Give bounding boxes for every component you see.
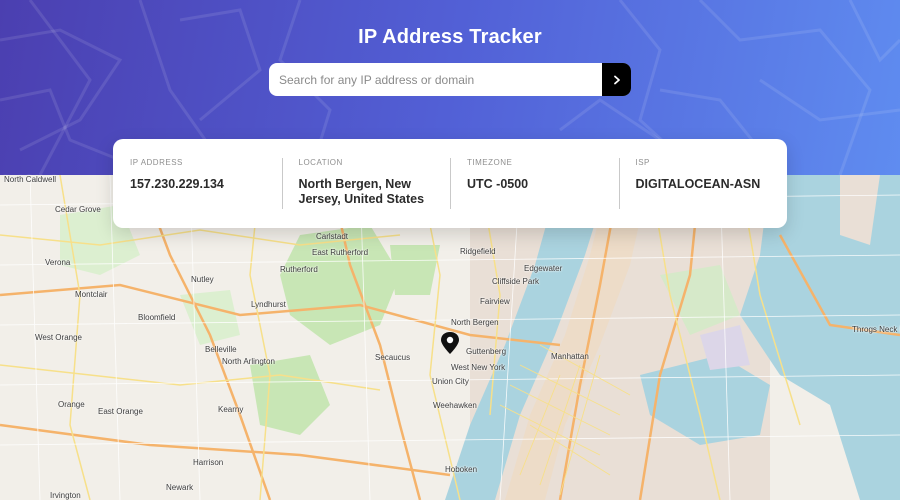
map-label-kearny: Kearny [218,405,244,414]
isp-label: ISP [635,158,650,167]
map-label-west-orange: West Orange [35,333,82,342]
isp-value: DIGITALOCEAN-ASN [635,177,761,191]
ip-info-card: IP ADDRESS 157.230.229.134 LOCATION Nort… [113,139,787,228]
map-label-newark: Newark [166,483,194,492]
map-label-irvington: Irvington [50,491,81,500]
ip-address-label: IP ADDRESS [130,158,183,167]
map-label-belleville: Belleville [205,345,237,354]
search-submit-button[interactable] [602,63,631,96]
map-label-north-bergen: North Bergen [451,318,499,327]
search-bar [269,63,631,96]
map-label-throgs-neck-bridge: Throgs Neck Bridge [852,325,900,334]
page-title: IP Address Tracker [358,26,542,48]
map-label-east-rutherford: East Rutherford [312,248,369,257]
map-label-montclair: Montclair [75,290,108,299]
map-label-secaucus: Secaucus [375,353,411,362]
map-label-north-arlington: North Arlington [222,357,275,366]
map-label-ridgefield: Ridgefield [460,247,496,256]
map-label-fairview: Fairview [480,297,510,306]
map-label-union-city: Union City [432,377,469,386]
map-label-hoboken: Hoboken [445,465,478,474]
map-label-edgewater: Edgewater [524,264,563,273]
search-input[interactable] [269,63,602,96]
map-label-west-new-york: West New York [451,363,506,372]
isp-section: ISP DIGITALOCEAN-ASN [618,139,788,228]
map-label-carlstadt: Carlstadt [316,232,349,241]
map-label-lyndhurst: Lyndhurst [251,300,286,309]
ip-address-value: 157.230.229.134 [130,177,224,191]
map-label-guttenberg: Guttenberg [466,347,507,356]
ip-address-section: IP ADDRESS 157.230.229.134 [113,139,282,228]
map-label-orange: Orange [58,400,85,409]
location-pin-icon[interactable] [440,331,460,355]
map-label-harrison: Harrison [193,458,224,467]
map-label-north-caldwell: North Caldwell [4,175,57,184]
location-section: LOCATION North Bergen, New Jersey, Unite… [281,139,451,228]
map-label-cedar-grove: Cedar Grove [55,205,101,214]
timezone-label: TIMEZONE [467,158,513,167]
location-value: North Bergen, New Jersey, United States [298,177,425,206]
location-label: LOCATION [298,158,343,167]
map-label-verona: Verona [45,258,71,267]
map-label-bloomfield: Bloomfield [138,313,176,322]
map-label-manhattan: Manhattan [551,352,589,361]
map-label-nutley: Nutley [191,275,214,284]
map-label-cliffside-park: Cliffside Park [492,277,539,286]
map-label-rutherford: Rutherford [280,265,318,274]
chevron-right-icon [613,75,620,84]
map-label-weehawken: Weehawken [433,401,477,410]
timezone-value: UTC -0500 [467,177,529,191]
map-label-east-orange: East Orange [98,407,143,416]
timezone-section: TIMEZONE UTC -0500 [450,139,619,228]
